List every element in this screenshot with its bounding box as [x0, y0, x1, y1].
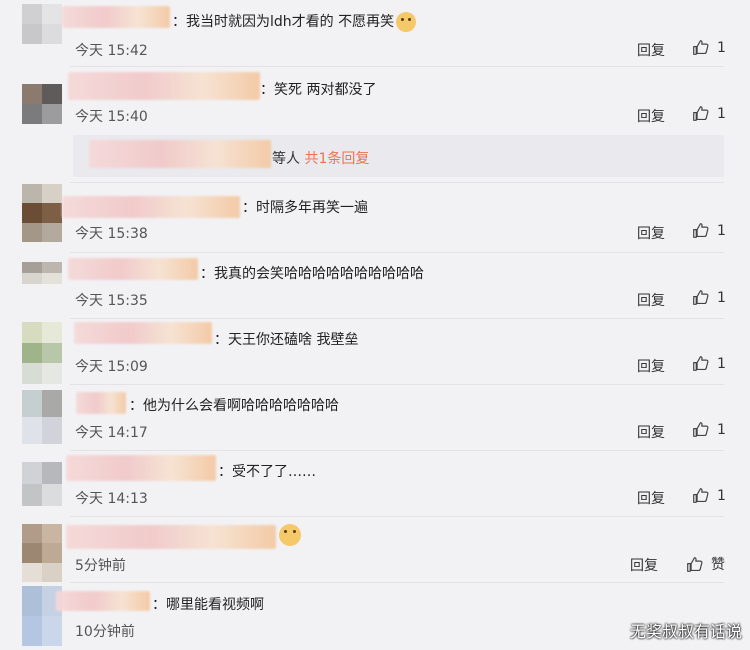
username-blurred[interactable] — [89, 140, 271, 168]
reply-button[interactable]: 回复 — [637, 290, 665, 310]
reply-button[interactable]: 回复 — [637, 422, 665, 442]
divider — [70, 252, 724, 253]
avatar[interactable] — [22, 462, 62, 506]
reply-button[interactable]: 回复 — [637, 488, 665, 508]
thumbs-up-icon — [693, 290, 709, 305]
divider — [70, 582, 724, 583]
avatar[interactable] — [22, 262, 62, 284]
reply-summary-prefix: 等人 — [272, 151, 300, 167]
divider — [70, 516, 724, 517]
like-count: 1 — [717, 39, 726, 56]
username-blurred[interactable] — [56, 591, 150, 611]
comment-time: 今天 15:42 — [75, 43, 148, 59]
thumbs-up-icon — [693, 356, 709, 371]
like-count: 1 — [717, 487, 726, 504]
like-button[interactable]: 1 — [692, 487, 726, 504]
avatar[interactable] — [22, 4, 62, 44]
like-button[interactable]: 1 — [692, 39, 726, 56]
like-button[interactable]: 1 — [692, 355, 726, 372]
comment-time: 今天 14:13 — [75, 491, 148, 507]
username-blurred[interactable] — [74, 322, 212, 344]
dog-emoji-icon — [396, 12, 417, 32]
divider — [70, 450, 724, 451]
thumbs-up-icon — [693, 40, 709, 55]
thumbs-up-icon — [687, 556, 703, 572]
comment-time: 今天 14:17 — [75, 425, 148, 441]
comment-text: ：他为什么会看啊哈哈哈哈哈哈哈 — [129, 398, 339, 414]
comment-text: ：哪里能看视频啊 — [152, 597, 264, 613]
comment-time: 10分钟前 — [75, 624, 135, 640]
dog-emoji-icon — [279, 524, 301, 546]
comment-text: ：笑死 两对都没了 — [260, 82, 377, 98]
reply-button[interactable]: 回复 — [630, 555, 658, 575]
thumbs-up-icon — [693, 488, 709, 503]
username-blurred[interactable] — [66, 455, 216, 481]
like-count: 1 — [717, 421, 726, 438]
thumbs-up-icon — [693, 422, 709, 437]
divider — [70, 384, 724, 385]
avatar[interactable] — [22, 84, 62, 124]
avatar[interactable] — [22, 322, 62, 384]
reply-summary-box[interactable] — [73, 135, 724, 177]
divider — [70, 318, 724, 319]
like-count: 1 — [717, 289, 726, 306]
reply-button[interactable]: 回复 — [637, 223, 665, 243]
username-blurred[interactable] — [66, 525, 276, 549]
avatar[interactable] — [22, 184, 62, 242]
comment-text: ：天王你还磕啥 我壁垒 — [214, 332, 359, 348]
username-blurred[interactable] — [62, 6, 170, 28]
reply-button[interactable]: 回复 — [637, 40, 665, 60]
avatar[interactable] — [22, 524, 62, 582]
like-button[interactable]: 1 — [692, 222, 726, 239]
comment-text: ：时隔多年再笑一遍 — [242, 200, 368, 216]
like-count: 1 — [717, 222, 726, 239]
like-count: 1 — [717, 355, 726, 372]
username-blurred[interactable] — [68, 72, 260, 100]
comment-text: ：我当时就因为ldh才看的 不愿再笑 — [172, 11, 417, 32]
like-label: 赞 — [711, 557, 725, 573]
username-blurred[interactable] — [68, 258, 198, 280]
comment-time: 今天 15:09 — [75, 359, 148, 375]
like-button[interactable]: 1 — [692, 289, 726, 306]
view-replies-link[interactable]: 共1条回复 — [304, 151, 369, 167]
comment-time: 今天 15:40 — [75, 109, 148, 125]
reply-button[interactable]: 回复 — [637, 106, 665, 126]
comment-text: ：我真的会笑哈哈哈哈哈哈哈哈哈哈 — [200, 266, 424, 282]
reply-summary[interactable]: 等人 共1条回复 — [272, 148, 369, 168]
comment-time: 今天 15:38 — [75, 226, 148, 242]
divider — [70, 66, 724, 67]
thumbs-up-icon — [693, 223, 709, 238]
like-button[interactable]: 赞 — [686, 554, 725, 574]
reply-button[interactable]: 回复 — [637, 356, 665, 376]
comment-text — [277, 524, 301, 546]
comment-text: ：受不了了…… — [218, 464, 316, 480]
thumbs-up-icon — [693, 106, 709, 121]
comment-time: 5分钟前 — [75, 558, 126, 574]
username-blurred[interactable] — [76, 392, 126, 414]
avatar[interactable] — [22, 390, 62, 444]
comment-time: 今天 15:35 — [75, 293, 148, 309]
like-button[interactable]: 1 — [692, 105, 726, 122]
divider — [70, 182, 724, 183]
watermark: 无奖叔叔有话说 — [629, 622, 742, 641]
like-button[interactable]: 1 — [692, 421, 726, 438]
like-count: 1 — [717, 105, 726, 122]
username-blurred[interactable] — [62, 196, 240, 218]
